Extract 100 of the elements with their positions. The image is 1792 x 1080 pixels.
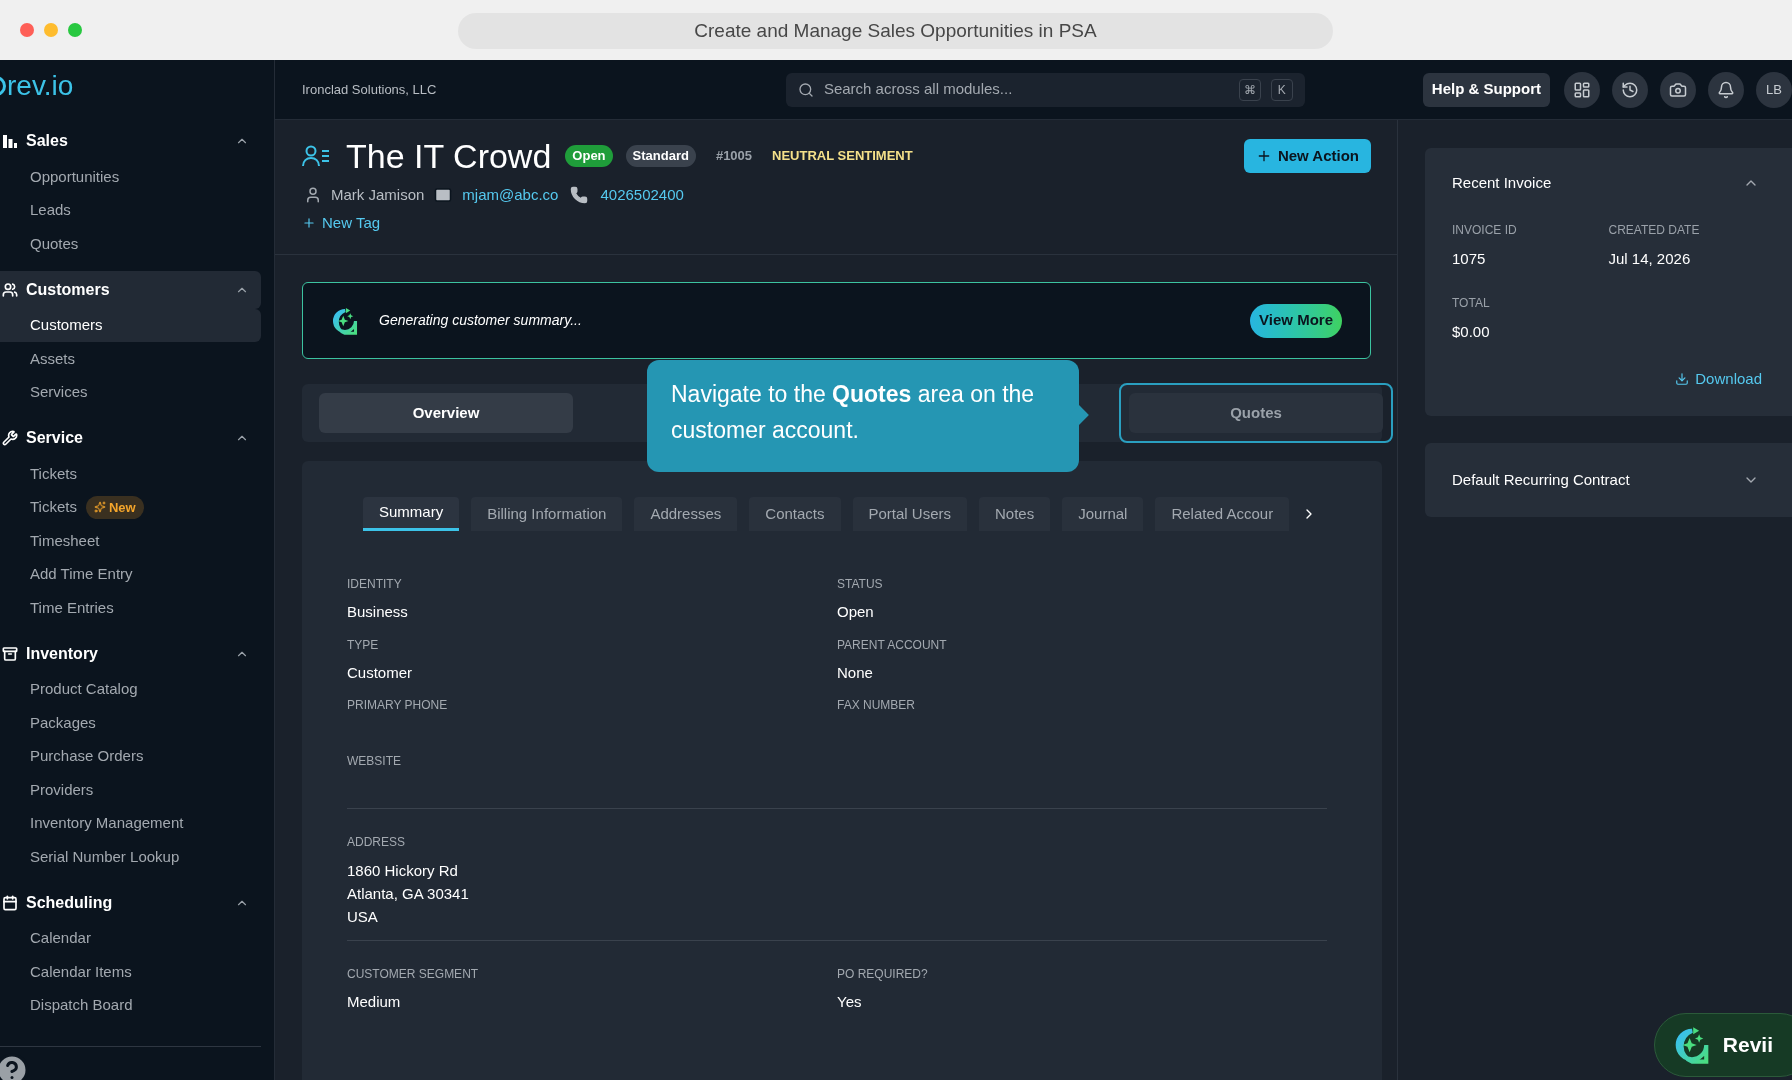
field-label: TOTAL bbox=[1452, 295, 1491, 312]
sidebar-item[interactable]: Customers bbox=[0, 308, 261, 342]
sidebar-item[interactable]: Add Time Entry bbox=[0, 557, 261, 591]
sidebar-section-header[interactable]: Inventory bbox=[0, 634, 261, 673]
field-value: Medium bbox=[347, 992, 402, 1012]
shortcut-key: ⌘ bbox=[1238, 78, 1261, 101]
sub-tab[interactable]: Notes bbox=[979, 497, 1051, 531]
ai-summary-icon bbox=[331, 306, 359, 335]
sub-tab[interactable]: Journal bbox=[1062, 497, 1144, 531]
sidebar-item[interactable]: Tickets New bbox=[0, 490, 261, 524]
sidebar-item[interactable]: Opportunities bbox=[0, 160, 261, 194]
address-line: USA bbox=[347, 907, 379, 927]
sidebar-section-header[interactable]: Service bbox=[0, 419, 261, 457]
new-tag-button[interactable]: New Tag bbox=[302, 212, 381, 235]
user-avatar[interactable]: LB bbox=[1756, 71, 1792, 108]
view-tab[interactable]: Overview bbox=[319, 393, 573, 433]
plus-icon bbox=[302, 216, 316, 231]
sub-tab[interactable]: Addresses bbox=[634, 497, 738, 531]
shortcut-key: K bbox=[1270, 78, 1293, 101]
field-label: IDENTITY bbox=[347, 576, 403, 593]
sub-tab[interactable]: Contacts bbox=[749, 497, 841, 531]
phone-icon bbox=[570, 186, 589, 204]
card-title: Default Recurring Contract bbox=[1452, 469, 1630, 490]
email-link[interactable]: mjam@abc.co bbox=[462, 183, 559, 207]
sidebar-item[interactable]: Timesheet bbox=[0, 524, 261, 558]
close-window-icon[interactable] bbox=[20, 23, 34, 37]
sidebar-item[interactable]: Calendar Items bbox=[0, 955, 261, 989]
field-value: Jul 14, 2026 bbox=[1608, 248, 1692, 269]
phone-link[interactable]: 4026502400 bbox=[600, 183, 684, 207]
field-label: WEBSITE bbox=[347, 753, 402, 770]
download-icon bbox=[1675, 371, 1690, 386]
sub-tab[interactable]: Portal Users bbox=[852, 497, 968, 531]
field-label: ADDRESS bbox=[347, 834, 406, 851]
field-label: PARENT ACCOUNT bbox=[837, 636, 948, 654]
search-input[interactable]: Search across all modules... bbox=[823, 78, 1229, 101]
sidebar-item[interactable]: Services bbox=[0, 375, 261, 409]
status-badge: Open bbox=[565, 145, 613, 167]
field-value: 1075 bbox=[1452, 248, 1487, 269]
field-label: FAX NUMBER bbox=[837, 697, 916, 714]
customer-number: #1005 bbox=[715, 147, 753, 166]
sidebar-item[interactable]: Inventory Management bbox=[0, 806, 261, 840]
sidebar-item[interactable]: Assets bbox=[0, 342, 261, 376]
new-action-button[interactable]: New Action bbox=[1243, 139, 1371, 173]
sidebar-section-header[interactable]: Customers bbox=[0, 270, 261, 309]
sidebar-item[interactable]: Quotes bbox=[0, 227, 261, 261]
history-icon[interactable] bbox=[1612, 71, 1648, 108]
download-link[interactable]: Download bbox=[1675, 367, 1762, 390]
customer-name: The IT Crowd bbox=[346, 135, 552, 177]
sidebar-item[interactable]: Purchase Orders bbox=[0, 739, 261, 773]
customer-list-icon bbox=[302, 144, 330, 168]
new-badge: New bbox=[85, 495, 144, 519]
field-label: PO REQUIRED? bbox=[837, 966, 929, 983]
field-label: TYPE bbox=[347, 636, 380, 654]
section-icon bbox=[2, 645, 18, 662]
card-title: Recent Invoice bbox=[1452, 173, 1552, 193]
dashboard-icon[interactable] bbox=[1564, 71, 1600, 108]
field-label: INVOICE ID bbox=[1452, 221, 1518, 239]
tier-badge: Standard bbox=[625, 145, 696, 167]
address-line: 1860 Hickory Rd bbox=[347, 861, 459, 881]
field-label: CUSTOMER SEGMENT bbox=[347, 966, 480, 983]
field-label: PRIMARY PHONE bbox=[347, 697, 449, 714]
view-tab[interactable]: Quotes bbox=[1129, 393, 1383, 433]
field-value: $0.00 bbox=[1452, 322, 1491, 342]
camera-icon[interactable] bbox=[1660, 71, 1696, 108]
sidebar-item[interactable]: Tickets bbox=[0, 457, 261, 491]
sidebar-item[interactable]: Providers bbox=[0, 773, 261, 807]
sidebar-item[interactable]: Product Catalog bbox=[0, 672, 261, 706]
window-title: Create and Manage Sales Opportunities in PSA bbox=[458, 13, 1333, 49]
sidebar-section-header[interactable]: Scheduling bbox=[0, 883, 261, 922]
summary-status: Generating customer summary... bbox=[379, 311, 582, 330]
sentiment-label: NEUTRAL SENTIMENT bbox=[772, 147, 913, 166]
sidebar-item[interactable]: Calendar bbox=[0, 921, 261, 955]
search-icon bbox=[797, 81, 814, 98]
view-more-button[interactable]: View More bbox=[1250, 303, 1342, 338]
field-value: Customer bbox=[347, 662, 414, 683]
sub-tab[interactable]: Summary bbox=[363, 497, 460, 531]
contact-name: Mark Jamison bbox=[331, 184, 425, 205]
sidebar-item[interactable]: Leads bbox=[0, 193, 261, 227]
search-field[interactable]: Search across all modules... ⌘ K bbox=[785, 72, 1305, 107]
field-value: None bbox=[837, 662, 874, 683]
help-support-button[interactable]: Help & Support bbox=[1422, 72, 1550, 107]
sub-tab[interactable]: Billing Information bbox=[471, 497, 623, 531]
field-value: Yes bbox=[837, 992, 863, 1012]
recurring-contract-card[interactable]: Default Recurring Contract bbox=[1425, 443, 1792, 517]
sidebar-item[interactable]: Dispatch Board bbox=[0, 988, 261, 1022]
logo[interactable]: rev.io bbox=[0, 65, 74, 107]
field-value: Open bbox=[837, 602, 875, 622]
notifications-icon[interactable] bbox=[1708, 71, 1744, 108]
sparkle-icon bbox=[93, 501, 106, 514]
sidebar-section-header[interactable]: Sales bbox=[0, 122, 261, 160]
field-label: CREATED DATE bbox=[1608, 221, 1701, 239]
sidebar-item[interactable]: Time Entries bbox=[0, 591, 261, 625]
sidebar-item[interactable]: Serial Number Lookup bbox=[0, 840, 261, 874]
address-line: Atlanta, GA 30341 bbox=[347, 884, 470, 904]
organization-name: Ironclad Solutions, LLC bbox=[302, 80, 438, 99]
sidebar-item[interactable]: Packages bbox=[0, 706, 261, 740]
assistant-button[interactable]: Revii bbox=[1653, 1013, 1792, 1077]
section-icon bbox=[2, 894, 18, 911]
sub-tab[interactable]: Related Accour bbox=[1155, 497, 1290, 531]
mail-icon bbox=[434, 186, 453, 204]
